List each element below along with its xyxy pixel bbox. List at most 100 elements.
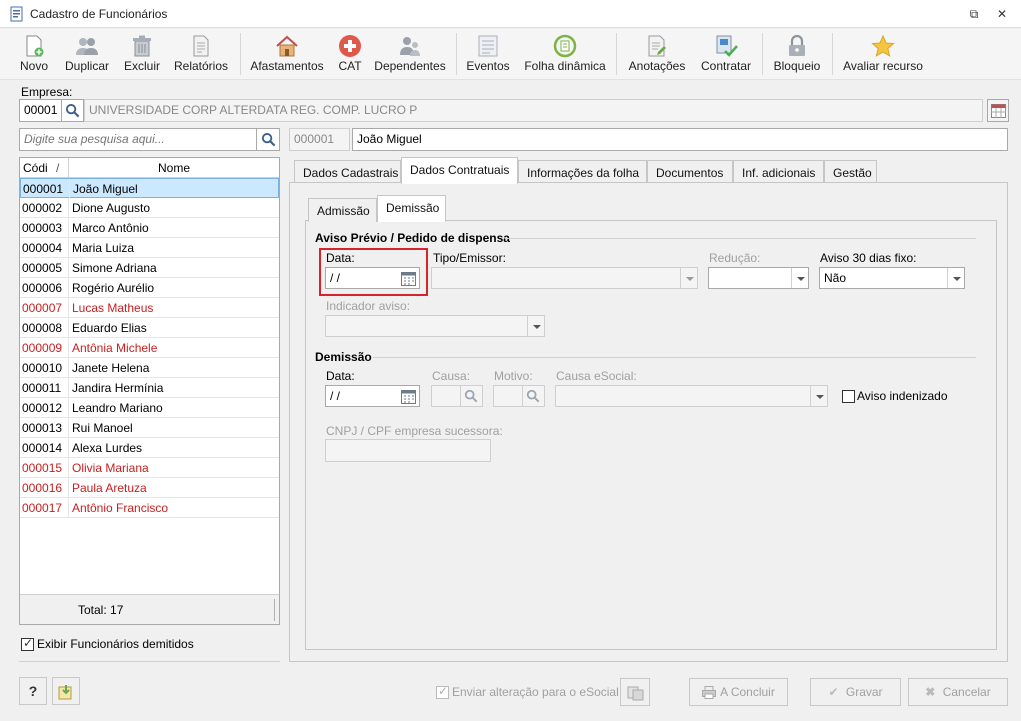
cancelar-button[interactable]: ✖ Cancelar xyxy=(908,678,1008,706)
toolbar-separator xyxy=(616,33,617,75)
duplicate-users-icon xyxy=(76,38,98,55)
table-row[interactable]: 000006 Rogério Aurélio xyxy=(20,278,279,298)
row-code: 000014 xyxy=(22,441,63,455)
subtab-admissao[interactable]: Admissão xyxy=(308,198,377,222)
table-row[interactable]: 000013 Rui Manoel xyxy=(20,418,279,438)
toolbar-label: Contratar xyxy=(700,59,752,73)
toolbar-contratar-button[interactable]: Contratar xyxy=(696,29,756,79)
send-icon xyxy=(627,686,644,701)
toolbar-eventos-button[interactable]: Eventos xyxy=(464,29,512,79)
table-row[interactable]: 000010 Janete Helena xyxy=(20,358,279,378)
toolbar-avaliar-recurso-button[interactable]: Avaliar recurso xyxy=(840,29,926,79)
tab-documentos[interactable]: Documentos xyxy=(647,160,733,184)
aviso-indenizado-checkbox[interactable] xyxy=(842,390,855,403)
empresa-options-button[interactable] xyxy=(987,99,1009,122)
row-divider xyxy=(69,179,70,199)
toolbar-separator xyxy=(762,33,763,75)
report-icon xyxy=(193,35,209,57)
toolbar-relatorios-button[interactable]: Relatórios xyxy=(170,29,232,79)
tab-inf-adicionais[interactable]: Inf. adicionais xyxy=(733,160,824,184)
toolbar-separator xyxy=(456,33,457,75)
new-document-icon xyxy=(26,35,44,57)
employee-grid: Códi / Nome 000001 João Miguel 000002 Dione… xyxy=(19,157,280,625)
table-row[interactable]: 000017 Antônio Francisco xyxy=(20,498,279,518)
house-icon xyxy=(276,35,298,57)
tab-informacoes-folha[interactable]: Informações da folha xyxy=(518,160,647,184)
toolbar-folha-dinamica-button[interactable]: Folha dinâmica xyxy=(520,29,610,79)
table-row[interactable]: 000002 Dione Augusto xyxy=(20,198,279,218)
help-button[interactable]: ? xyxy=(19,677,47,705)
row-name: Eduardo Elias xyxy=(72,321,147,335)
export-button[interactable] xyxy=(52,677,80,705)
motivo-search-button[interactable] xyxy=(523,385,545,407)
row-divider xyxy=(68,318,69,338)
causa-search-button[interactable] xyxy=(461,385,483,407)
toolbar-duplicar-button[interactable]: Duplicar xyxy=(60,29,114,79)
tab-gestao[interactable]: Gestão xyxy=(824,160,877,184)
reducao-select[interactable] xyxy=(708,267,809,289)
chevron-down-icon xyxy=(947,268,964,288)
calendar-icon[interactable] xyxy=(401,271,416,286)
table-row[interactable]: 000001 João Miguel xyxy=(20,178,279,199)
show-dismissed-checkbox[interactable] xyxy=(21,636,34,651)
subtab-demissao[interactable]: Demissão xyxy=(377,195,446,222)
empresa-search-button[interactable] xyxy=(62,99,84,122)
concluir-button[interactable]: A Concluir xyxy=(689,678,788,706)
row-name: Rui Manoel xyxy=(72,421,133,435)
calendar-icon[interactable] xyxy=(401,389,416,404)
toolbar-label: CAT xyxy=(338,59,362,73)
gravar-button[interactable]: ✔ Gravar xyxy=(810,678,901,706)
chevron-down-icon xyxy=(527,316,544,336)
restore-button[interactable]: ⧉ xyxy=(963,5,985,23)
toolbar-bloqueio-button[interactable]: Bloqueio xyxy=(768,29,826,79)
aviso-30-dias-select[interactable]: Não xyxy=(819,267,965,289)
table-row[interactable]: 000009 Antônia Michele xyxy=(20,338,279,358)
indicador-aviso-select[interactable] xyxy=(325,315,545,337)
row-code: 000003 xyxy=(22,221,63,235)
toolbar-label: Excluir xyxy=(123,59,160,73)
table-row[interactable]: 000015 Olivia Mariana xyxy=(20,458,279,478)
toolbar-anotacoes-button[interactable]: Anotações xyxy=(624,29,690,79)
causa-input[interactable] xyxy=(431,385,461,407)
search-icon xyxy=(526,389,540,403)
esocial-send-button[interactable] xyxy=(620,678,650,706)
close-button[interactable]: ✕ xyxy=(991,5,1013,23)
chevron-down-icon xyxy=(680,268,697,288)
toolbar-excluir-button[interactable]: Excluir xyxy=(120,29,164,79)
table-row[interactable]: 000016 Paula Aretuza xyxy=(20,478,279,498)
table-row[interactable]: 000004 Maria Luiza xyxy=(20,238,279,258)
toolbar-label: Anotações xyxy=(628,59,686,73)
tipo-emissor-select[interactable] xyxy=(431,267,698,289)
row-divider xyxy=(68,418,69,438)
table-row[interactable]: 000003 Marco Antônio xyxy=(20,218,279,238)
grid-header-name[interactable]: Nome xyxy=(69,161,279,175)
tab-dados-cadastrais[interactable]: Dados Cadastrais xyxy=(294,160,401,184)
row-name: Dione Augusto xyxy=(72,201,151,215)
table-row[interactable]: 000012 Leandro Mariano xyxy=(20,398,279,418)
row-name: Paula Aretuza xyxy=(72,481,147,495)
causa-esocial-select[interactable] xyxy=(555,385,828,407)
empresa-code-input[interactable]: 00001 xyxy=(19,99,62,122)
table-row[interactable]: 000005 Simone Adriana xyxy=(20,258,279,278)
motivo-input[interactable] xyxy=(493,385,523,407)
table-row[interactable]: 000011 Jandira Hermínia xyxy=(20,378,279,398)
table-row[interactable]: 000008 Eduardo Elias xyxy=(20,318,279,338)
toolbar-dependentes-button[interactable]: Dependentes xyxy=(372,29,448,79)
tab-dados-contratuais[interactable]: Dados Contratuais xyxy=(401,157,518,184)
employee-search-button[interactable] xyxy=(256,128,280,151)
cnpj-cpf-input[interactable] xyxy=(325,439,491,462)
row-name: Alexa Lurdes xyxy=(72,441,143,455)
table-row[interactable]: 000007 Lucas Matheus xyxy=(20,298,279,318)
star-icon xyxy=(871,34,895,57)
employee-search-input[interactable]: Digite sua pesquisa aqui... xyxy=(19,128,257,151)
toolbar-cat-button[interactable]: CAT xyxy=(334,29,366,79)
grid-header-code[interactable]: Códi xyxy=(23,161,48,175)
esocial-checkbox[interactable] xyxy=(436,684,449,699)
employee-name-field[interactable]: João Miguel xyxy=(352,128,1008,151)
demissao-data-input[interactable]: / / xyxy=(325,385,420,407)
empresa-label: Empresa: xyxy=(21,85,73,99)
toolbar-afastamentos-button[interactable]: Afastamentos xyxy=(246,29,328,79)
table-row[interactable]: 000014 Alexa Lurdes xyxy=(20,438,279,458)
toolbar-novo-button[interactable]: Novo xyxy=(14,29,54,79)
aviso-data-input[interactable]: / / xyxy=(325,267,420,289)
